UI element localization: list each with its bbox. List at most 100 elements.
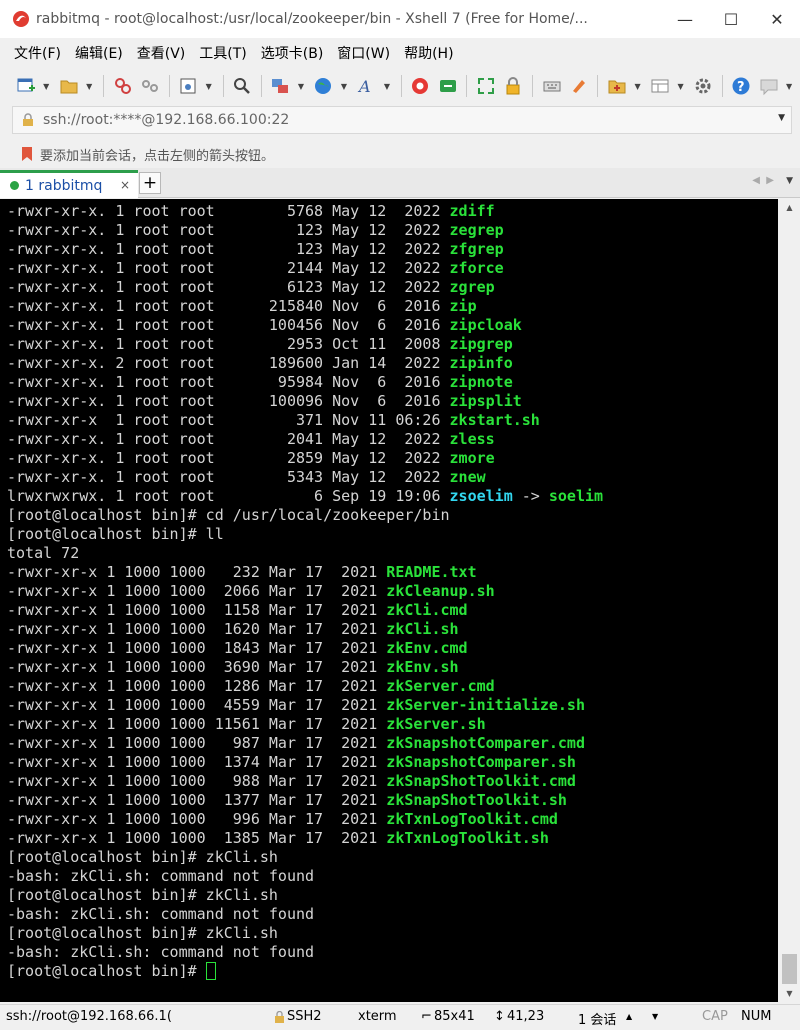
new-session-dropdown[interactable]: ▼ — [41, 74, 51, 98]
open-folder-icon[interactable] — [57, 74, 80, 98]
status-bar: ssh://root@192.168.66.1( SSH2 xterm ⌐ 85… — [0, 1004, 800, 1030]
scroll-down-icon[interactable]: ▼ — [779, 985, 800, 1002]
file-name: znew — [449, 468, 486, 486]
menu-tools[interactable]: 工具(T) — [199, 43, 246, 63]
toolbar-separator — [260, 75, 262, 97]
terminal-text: -rwxr-xr-x. 1 root root 95984 Nov 6 2016 — [7, 373, 450, 391]
terminal-text: -rwxr-xr-x 1 1000 1000 1377 Mar 17 2021 — [7, 791, 387, 809]
open-dropdown[interactable]: ▼ — [84, 74, 94, 98]
fullscreen-icon[interactable] — [474, 74, 497, 98]
find-icon[interactable] — [231, 74, 254, 98]
keyboard-icon[interactable] — [540, 74, 563, 98]
terminal-text: -rwxr-xr-x. 1 root root 6123 May 12 2022 — [7, 278, 450, 296]
lock-icon[interactable] — [502, 74, 525, 98]
terminal-text: -rwxr-xr-x. 1 root root 2144 May 12 2022 — [7, 259, 450, 277]
globe-dropdown[interactable]: ▼ — [339, 74, 349, 98]
script-dropdown[interactable]: ▼ — [633, 74, 643, 98]
terminal[interactable]: -rwxr-xr-x. 1 root root 5768 May 12 2022… — [0, 199, 778, 1002]
terminal-line: -rwxr-xr-x 1 1000 1000 4559 Mar 17 2021 … — [7, 696, 603, 715]
file-name: zfgrep — [449, 240, 504, 258]
sessions-up-icon[interactable]: ▲ — [626, 1012, 632, 1021]
terminal-line: [root@localhost bin]# cd /usr/local/zook… — [7, 506, 603, 525]
menu-tab[interactable]: 选项卡(B) — [261, 43, 324, 63]
chat-icon[interactable] — [757, 74, 780, 98]
help-icon[interactable]: ? — [730, 74, 753, 98]
terminal-line: -rwxr-xr-x. 1 root root 95984 Nov 6 2016… — [7, 373, 603, 392]
terminal-line: -rwxr-xr-x 1 1000 1000 1158 Mar 17 2021 … — [7, 601, 603, 620]
terminal-line: -rwxr-xr-x 1 1000 1000 1374 Mar 17 2021 … — [7, 753, 603, 772]
status-lock-icon — [275, 1011, 284, 1023]
script-icon[interactable] — [605, 74, 628, 98]
menu-window[interactable]: 窗口(W) — [337, 43, 390, 63]
terminal-line: -rwxr-xr-x. 1 root root 5343 May 12 2022… — [7, 468, 603, 487]
tab-scroll-right-icon[interactable]: ▶ — [766, 175, 774, 186]
close-button[interactable]: ✕ — [754, 0, 800, 38]
tab-rabbitmq[interactable]: 1 rabbitmq × — [0, 170, 138, 198]
panel-icon[interactable] — [648, 74, 671, 98]
connect-icon[interactable] — [111, 74, 134, 98]
terminal-text: -rwxr-xr-x. 1 root root 2041 May 12 2022 — [7, 430, 450, 448]
terminal-text: [root@localhost bin]# zkCli.sh — [7, 924, 278, 942]
address-lock-icon — [23, 113, 33, 126]
globe-icon[interactable] — [312, 74, 335, 98]
terminal-text: -rwxr-xr-x 1 1000 1000 11561 Mar 17 2021 — [7, 715, 387, 733]
terminal-text: -rwxr-xr-x. 1 root root 123 May 12 2022 — [7, 221, 450, 239]
bookmark-arrow-icon[interactable] — [20, 146, 34, 162]
highlight-icon[interactable] — [567, 74, 590, 98]
svg-text:A: A — [357, 77, 371, 96]
terminal-line: total 72 — [7, 544, 603, 563]
menu-view[interactable]: 查看(V) — [137, 43, 186, 63]
properties-icon[interactable] — [177, 74, 200, 98]
menu-file[interactable]: 文件(F) — [14, 43, 61, 63]
font-icon[interactable]: A — [355, 74, 378, 98]
font-dropdown[interactable]: ▼ — [382, 74, 392, 98]
menu-edit[interactable]: 编辑(E) — [75, 43, 123, 63]
tab-list-dropdown-icon[interactable]: ▼ — [786, 176, 793, 186]
terminal-cursor[interactable] — [205, 962, 216, 980]
terminal-text: -rwxr-xr-x 1 1000 1000 996 Mar 17 2021 — [7, 810, 387, 828]
vertical-scrollbar[interactable]: ▲ ▼ — [779, 199, 800, 1002]
address-bar[interactable]: ssh://root:****@192.168.66.100:22 ▼ — [12, 106, 792, 134]
minimize-button[interactable]: — — [662, 0, 708, 38]
toolbar-separator — [466, 75, 468, 97]
tab-scroll-left-icon[interactable]: ◀ — [752, 175, 760, 186]
terminal-line: -rwxr-xr-x. 1 root root 2859 May 12 2022… — [7, 449, 603, 468]
file-name: zkCli.sh — [386, 620, 459, 638]
terminal-text: -rwxr-xr-x. 1 root root 5768 May 12 2022 — [7, 202, 450, 220]
terminal-line: -rwxr-xr-x. 1 root root 5768 May 12 2022… — [7, 202, 603, 221]
window-title: rabbitmq - root@localhost:/usr/local/zoo… — [36, 11, 588, 27]
address-dropdown-icon[interactable]: ▼ — [778, 113, 785, 123]
terminal-line: -bash: zkCli.sh: command not found — [7, 943, 603, 962]
terminal-line: -rwxr-xr-x 1 1000 1000 1843 Mar 17 2021 … — [7, 639, 603, 658]
transfer-icon[interactable] — [436, 74, 459, 98]
address-text[interactable]: ssh://root:****@192.168.66.100:22 — [43, 112, 289, 128]
terminal-text: [root@localhost bin]# cd /usr/local/zook… — [7, 506, 450, 524]
chat-dropdown[interactable]: ▼ — [784, 74, 794, 98]
toolbar-separator — [103, 75, 104, 97]
file-name: zkCli.cmd — [386, 601, 468, 619]
menu-help[interactable]: 帮助(H) — [404, 43, 453, 63]
xftp-icon[interactable] — [409, 74, 432, 98]
gear-icon[interactable] — [691, 74, 714, 98]
properties-dropdown[interactable]: ▼ — [204, 74, 214, 98]
disconnect-icon[interactable] — [138, 74, 161, 98]
terminal-line: -rwxr-xr-x. 1 root root 123 May 12 2022 … — [7, 221, 603, 240]
layout-icon[interactable] — [269, 74, 292, 98]
terminal-text: -bash: zkCli.sh: command not found — [7, 867, 315, 885]
tab-close-icon[interactable]: × — [120, 178, 130, 192]
panel-dropdown[interactable]: ▼ — [676, 74, 686, 98]
terminal-text: -rwxr-xr-x. 1 root root 5343 May 12 2022 — [7, 468, 450, 486]
terminal-text: [root@localhost bin]# zkCli.sh — [7, 886, 278, 904]
terminal-line: -rwxr-xr-x. 1 root root 100096 Nov 6 201… — [7, 392, 603, 411]
terminal-line: [root@localhost bin]# zkCli.sh — [7, 848, 603, 867]
maximize-button[interactable]: ☐ — [708, 0, 754, 38]
terminal-text: -rwxr-xr-x 1 1000 1000 2066 Mar 17 2021 — [7, 582, 387, 600]
sessions-down-icon[interactable]: ▼ — [652, 1012, 658, 1021]
scroll-up-icon[interactable]: ▲ — [779, 199, 800, 216]
layout-dropdown[interactable]: ▼ — [296, 74, 306, 98]
terminal-text: -rwxr-xr-x 1 1000 1000 232 Mar 17 2021 — [7, 563, 387, 581]
new-session-icon[interactable] — [14, 74, 37, 98]
scroll-thumb[interactable] — [782, 954, 797, 984]
file-name: zkEnv.sh — [386, 658, 459, 676]
new-tab-button[interactable]: + — [139, 172, 161, 194]
